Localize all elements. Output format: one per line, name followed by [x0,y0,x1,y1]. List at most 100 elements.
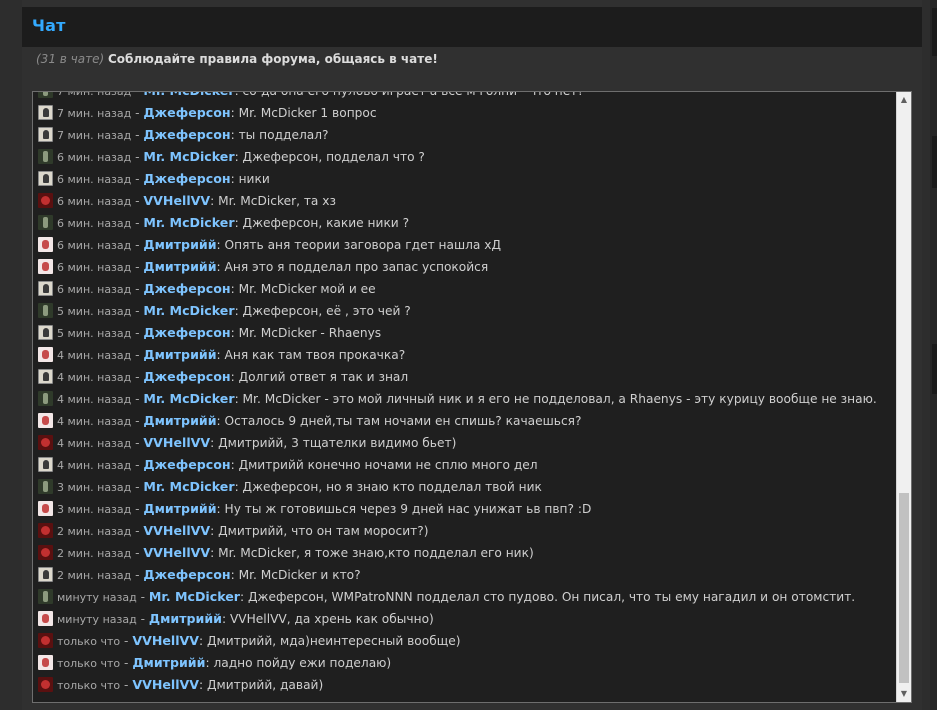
message-text: VVHellVV, да хрень как обычно) [229,612,434,626]
chat-message-row: 5 мин. назад - Джеферсон: Mr. McDicker -… [38,322,381,344]
message-author-link[interactable]: Дмитрийй [143,237,216,252]
message-text: Дмитрийй, 3 тщателки видимо бьет) [218,436,457,450]
user-avatar-icon[interactable] [38,259,53,274]
message-author-link[interactable]: Mr. McDicker [143,391,234,406]
message-author-link[interactable]: VVHellVV [132,677,199,692]
message-timestamp: 3 мин. назад [57,481,132,494]
scroll-down-icon[interactable]: ▼ [897,687,911,701]
message-timestamp: 4 мин. назад [57,371,132,384]
message-text: Mr. McDicker мой и ее [238,282,376,296]
user-avatar-icon[interactable] [38,303,53,318]
scroll-thumb[interactable] [899,493,909,683]
message-author-link[interactable]: VVHellVV [143,523,210,538]
message-timestamp: 6 мин. назад [57,151,132,164]
message-list: 7 мин. назад - Mr. McDicker: со-да она е… [33,92,896,702]
user-avatar-icon[interactable] [38,523,53,538]
message-author-link[interactable]: Джеферсон [143,457,230,472]
user-avatar-icon[interactable] [38,347,53,362]
message-author-link[interactable]: Mr. McDicker [149,589,240,604]
message-author-link[interactable]: VVHellVV [132,633,199,648]
message-timestamp: 2 мин. назад [57,525,132,538]
chat-message-row: 2 мин. назад - VVHellVV: Дмитрийй, что о… [38,520,428,542]
user-avatar-icon[interactable] [38,281,53,296]
user-avatar-icon[interactable] [38,413,53,428]
message-author-link[interactable]: Дмитрийй [132,655,205,670]
message-timestamp: 6 мин. назад [57,173,132,186]
user-avatar-icon[interactable] [38,215,53,230]
user-avatar-icon[interactable] [38,171,53,186]
chat-header: Чат [22,7,922,47]
message-author-link[interactable]: Джеферсон [143,171,230,186]
chat-messages-box[interactable]: 7 мин. назад - Mr. McDicker: со-да она е… [32,91,912,703]
message-author-link[interactable]: Mr. McDicker [143,149,234,164]
user-avatar-icon[interactable] [38,325,53,340]
chat-message-row: только что - Дмитрийй: ладно пойду ежи п… [38,652,391,674]
message-author-link[interactable]: Mr. McDicker [143,215,234,230]
message-text: Mr. McDicker - это мой личный ник и я ег… [242,392,877,406]
message-author-link[interactable]: Дмитрийй [143,347,216,362]
message-author-link[interactable]: Mr. McDicker [143,479,234,494]
message-author-link[interactable]: Джеферсон [143,281,230,296]
user-avatar-icon[interactable] [38,633,53,648]
message-timestamp: 7 мин. назад [57,92,131,98]
scroll-up-icon[interactable]: ▲ [897,93,911,107]
message-author-link[interactable]: Дмитрийй [149,611,222,626]
message-author-link[interactable]: VVHellVV [143,435,210,450]
user-avatar-icon[interactable] [38,435,53,450]
user-avatar-icon[interactable] [38,193,53,208]
message-author-link[interactable]: Джеферсон [143,369,230,384]
user-avatar-icon[interactable] [38,567,53,582]
message-timestamp: 6 мин. назад [57,239,132,252]
message-author-link[interactable]: Дмитрийй [143,413,216,428]
chat-message-row: только что - VVHellVV: Дмитрийй, мда)неи… [38,630,460,652]
message-author-link[interactable]: Mr. McDicker [143,303,234,318]
message-author-link[interactable]: Джеферсон [143,325,230,340]
chat-scrollbar[interactable]: ▲ ▼ [896,92,911,702]
message-author-link[interactable]: Mr. McDicker [143,92,234,98]
chat-message-row: 4 мин. назад - Дмитрийй: Осталось 9 дней… [38,410,581,432]
message-author-link[interactable]: Дмитрийй [143,259,216,274]
message-timestamp: 7 мин. назад [57,129,132,142]
chat-rules-text: Соблюдайте правила форума, общаясь в чат… [107,52,438,66]
message-author-link[interactable]: Джеферсон [143,567,230,582]
chat-message-row: 7 мин. назад - Джеферсон: ты подделал? [38,124,328,146]
chat-message-row: 6 мин. назад - Джеферсон: Mr. McDicker м… [38,278,376,300]
user-avatar-icon[interactable] [38,369,53,384]
message-author-link[interactable]: VVHellVV [143,193,210,208]
message-author-link[interactable]: Джеферсон [143,127,230,142]
message-author-link[interactable]: Дмитрийй [143,501,216,516]
user-avatar-icon[interactable] [38,237,53,252]
chat-message-row: 6 мин. назад - Дмитрийй: Опять аня теори… [38,234,501,256]
message-text: Дмитрийй, мда)неинтересный вообще) [207,634,461,648]
message-text: Опять аня теории заговора гдет нашла хД [224,238,502,252]
user-avatar-icon[interactable] [38,655,53,670]
message-timestamp: 6 мин. назад [57,195,132,208]
message-timestamp: минуту назад [57,591,137,604]
user-avatar-icon[interactable] [38,391,53,406]
chat-message-row: только что - VVHellVV: Дмитрийй, давай) [38,674,323,696]
user-avatar-icon[interactable] [38,589,53,604]
message-text: Джеферсон, её , это чей ? [242,304,411,318]
user-avatar-icon[interactable] [38,127,53,142]
message-text: Джеферсон, подделал что ? [242,150,425,164]
chat-message-row: 6 мин. назад - VVHellVV: Mr. McDicker, т… [38,190,336,212]
chat-message-row: 6 мин. назад - Mr. McDicker: Джеферсон, … [38,212,409,234]
user-avatar-icon[interactable] [38,611,53,626]
user-avatar-icon[interactable] [38,479,53,494]
user-avatar-icon[interactable] [38,457,53,472]
user-avatar-icon[interactable] [38,545,53,560]
message-text: Долгий ответ я так и знал [238,370,409,384]
user-avatar-icon[interactable] [38,501,53,516]
message-timestamp: 5 мин. назад [57,327,132,340]
message-author-link[interactable]: VVHellVV [143,545,210,560]
message-text: Аня это я подделал про запас успокойся [224,260,489,274]
message-timestamp: 7 мин. назад [57,107,132,120]
message-author-link[interactable]: Джеферсон [143,105,230,120]
user-avatar-icon[interactable] [38,92,53,98]
message-text: Дмитрийй, давай) [207,678,324,692]
message-text: Осталось 9 дней,ты там ночами ен спишь? … [224,414,582,428]
user-avatar-icon[interactable] [38,149,53,164]
user-avatar-icon[interactable] [38,677,53,692]
chat-title: Чат [32,16,66,35]
user-avatar-icon[interactable] [38,105,53,120]
